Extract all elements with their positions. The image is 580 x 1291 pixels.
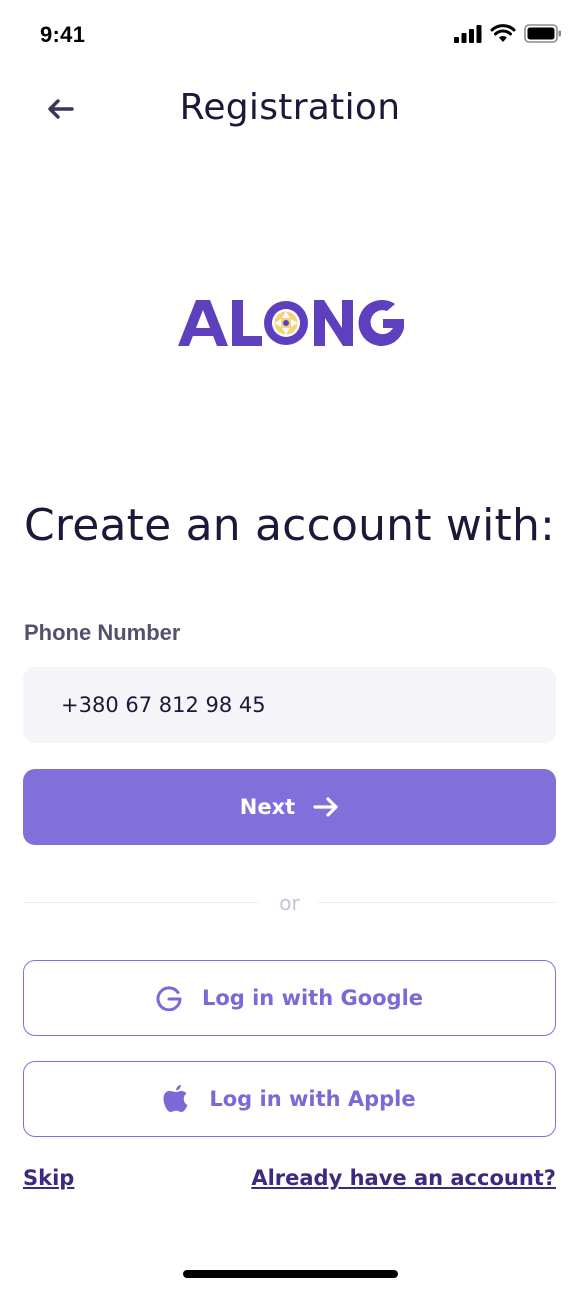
logo-graphic <box>178 299 404 346</box>
next-button-label: Next <box>239 795 296 819</box>
status-icons <box>454 24 562 43</box>
home-indicator <box>183 1270 398 1278</box>
already-have-account-link[interactable]: Already have an account? <box>251 1166 556 1190</box>
page-title: Registration <box>179 87 401 128</box>
divider-line-right <box>318 902 556 903</box>
create-account-heading: Create an account with: <box>24 500 556 551</box>
skip-link[interactable]: Skip <box>23 1166 74 1190</box>
arrow-right-icon <box>313 797 338 817</box>
logo-text: ALONG <box>406 290 407 291</box>
along-logo: ALONG <box>176 290 406 360</box>
battery-icon <box>524 24 561 43</box>
google-login-label: Log in with Google <box>201 986 424 1010</box>
divider-text: or <box>279 891 300 915</box>
apple-login-button[interactable]: Log in with Apple <box>23 1061 556 1137</box>
status-bar: 9:41 <box>0 0 580 70</box>
cellular-signal-icon <box>454 24 482 43</box>
apple-icon <box>163 1084 188 1112</box>
google-login-button[interactable]: Log in with Google <box>23 960 556 1036</box>
google-icon <box>156 986 182 1011</box>
phone-number-input[interactable] <box>23 667 556 743</box>
header: Registration <box>0 75 580 145</box>
phone-number-label: Phone Number <box>24 620 181 645</box>
apple-login-label: Log in with Apple <box>209 1087 416 1111</box>
next-button[interactable]: Next <box>23 769 556 845</box>
wifi-icon <box>490 24 516 42</box>
or-divider: or <box>23 886 556 920</box>
status-time: 9:41 <box>40 22 86 47</box>
